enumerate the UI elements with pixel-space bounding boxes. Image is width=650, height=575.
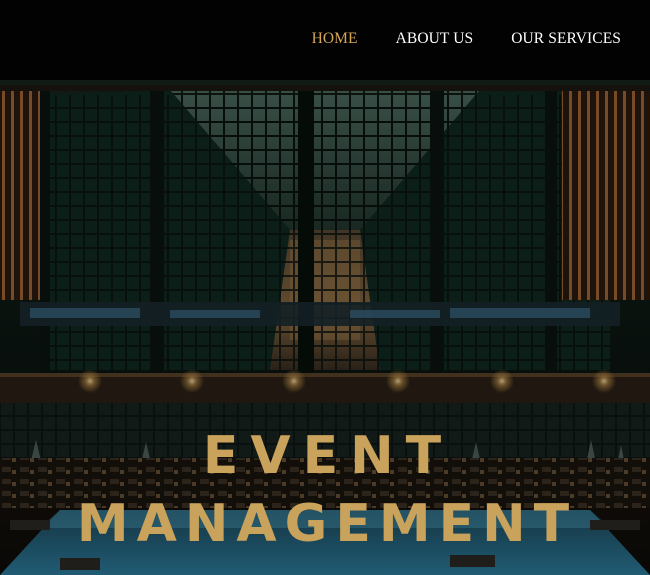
nav-item-our-services[interactable]: OUR SERVICES: [511, 30, 621, 48]
nav-item-home[interactable]: HOME: [312, 30, 358, 48]
nav-item-about-us[interactable]: ABOUT US: [396, 30, 474, 48]
main-nav: HOME ABOUT US OUR SERVICES: [312, 30, 621, 48]
hero-section: EVENT MANAGEMENT: [0, 80, 650, 575]
top-navbar: HOME ABOUT US OUR SERVICES: [0, 0, 650, 80]
hero-title-line-2: MANAGEMENT: [76, 494, 578, 554]
page: HOME ABOUT US OUR SERVICES EVENT MANAGEM…: [0, 0, 650, 575]
hero-title-line-1: EVENT: [202, 426, 454, 486]
